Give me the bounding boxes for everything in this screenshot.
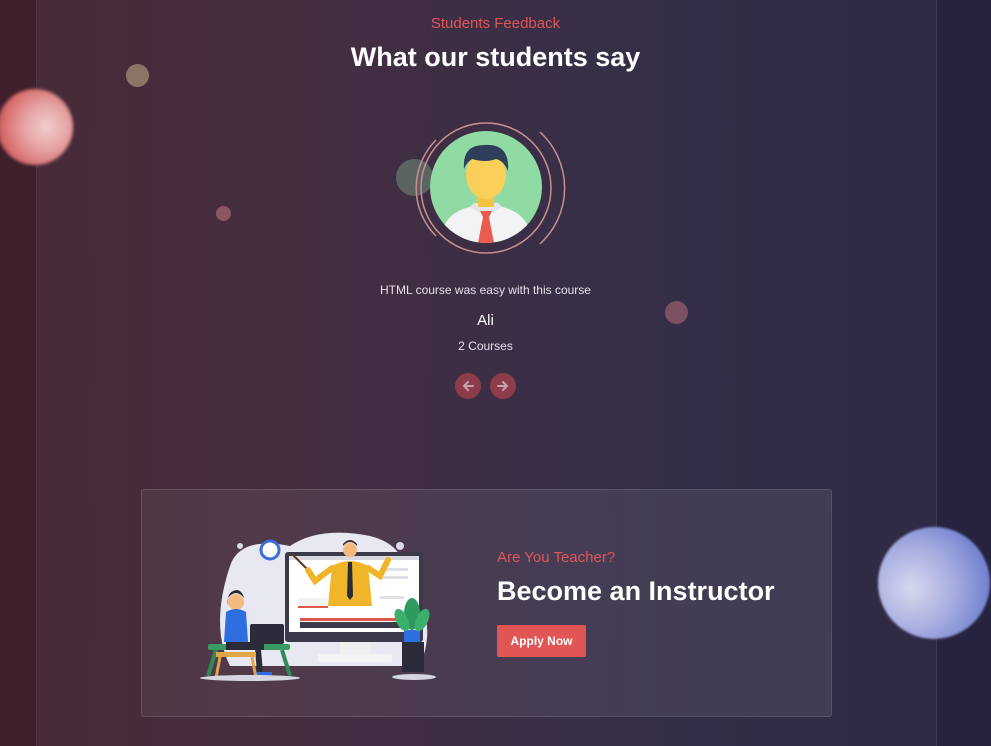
section-eyebrow: Students Feedback — [430, 15, 561, 32]
online-teacher-illustration — [200, 532, 436, 681]
arrow-left-icon — [463, 381, 474, 391]
next-testimonial-button[interactable] — [490, 373, 516, 399]
instructor-cta-card: Are You Teacher? Become an Instructor Ap… — [141, 489, 832, 717]
testimonial-quote: HTML course was easy with this course — [380, 283, 591, 297]
arrow-right-icon — [497, 381, 508, 391]
student-avatar — [430, 131, 542, 243]
decorative-blob-blue — [878, 527, 990, 639]
cta-title: Become an Instructor — [497, 576, 775, 606]
student-name: Ali — [477, 312, 494, 329]
student-avatar-icon — [430, 131, 542, 243]
decorative-dot — [216, 206, 231, 221]
decorative-blob-red — [0, 89, 73, 165]
prev-testimonial-button[interactable] — [455, 373, 481, 399]
cta-eyebrow: Are You Teacher? — [497, 549, 616, 566]
student-courses: 2 Courses — [458, 339, 513, 353]
section-title: What our students say — [350, 42, 641, 72]
apply-now-button[interactable]: Apply Now — [497, 625, 586, 657]
